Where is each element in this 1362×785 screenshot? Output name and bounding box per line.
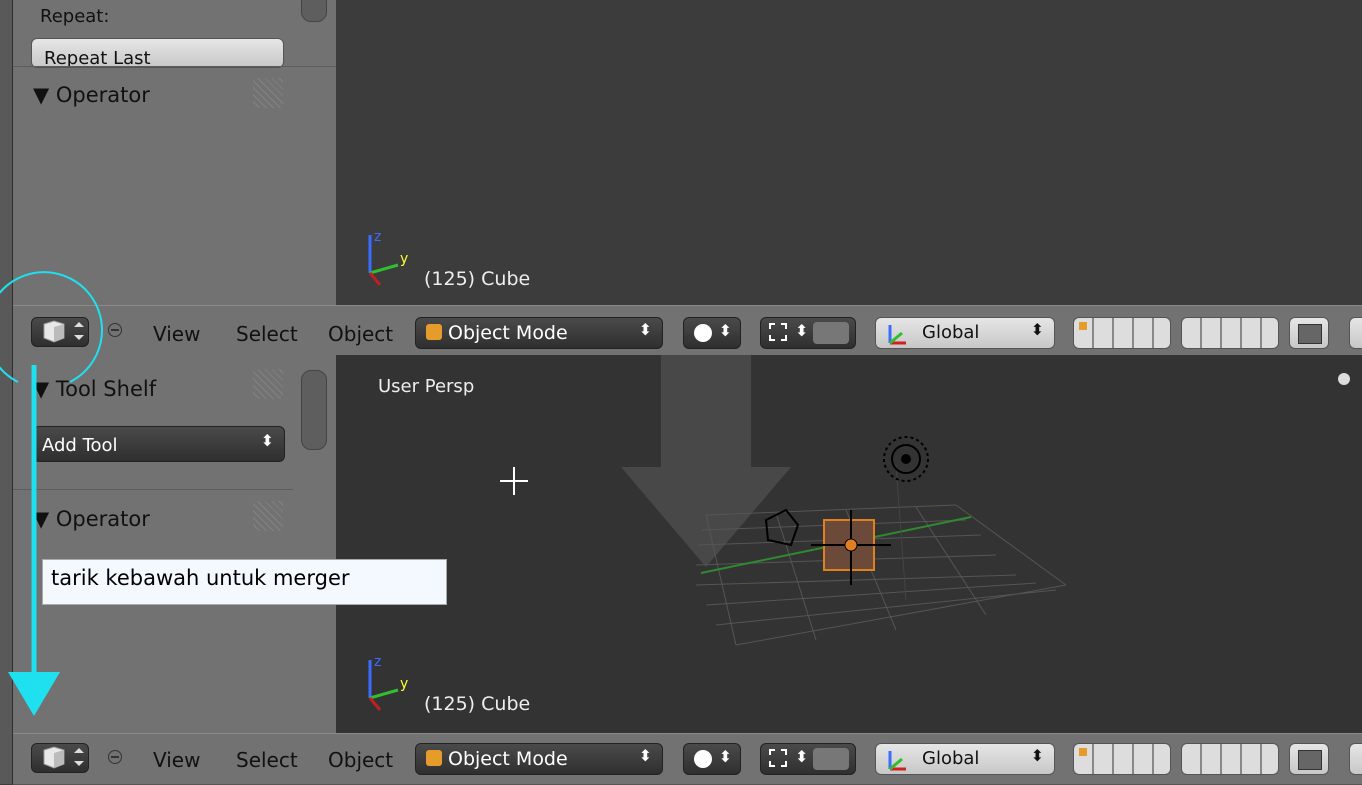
lock-layers-icon [1298, 750, 1322, 770]
axis-y-label: y [400, 251, 408, 267]
updown-arrows-icon: ⬍ [795, 321, 809, 340]
solid-shading-icon [694, 324, 712, 342]
view-menu[interactable]: View [153, 322, 200, 346]
layer-buttons-1[interactable] [1073, 317, 1171, 349]
cube-editor-icon [43, 746, 84, 769]
scene-grid [696, 436, 1067, 646]
pivot-icon [769, 749, 787, 767]
updown-arrows-icon: ⬍ [718, 321, 732, 340]
viewport-header-bottom: View Select Object Object Mode ⬍ ⬍ ⬍ Glo… [13, 733, 1362, 785]
transform-axes-icon [888, 325, 906, 345]
transform-axes-icon [888, 751, 906, 771]
mode-select-value: Object Mode [448, 322, 568, 344]
view-menu[interactable]: View [153, 748, 200, 772]
layer-buttons-2[interactable] [1181, 743, 1279, 775]
lock-layers-button[interactable] [1289, 317, 1329, 349]
axis-y-label: y [400, 676, 408, 692]
manipulator-icon[interactable] [813, 748, 849, 770]
orientation-select[interactable]: Global ⬍ [875, 317, 1055, 349]
object-menu[interactable]: Object [328, 748, 393, 772]
collapse-menu-icon[interactable] [108, 323, 122, 337]
layer-buttons-1[interactable] [1073, 743, 1171, 775]
active-layer-icon [1079, 748, 1087, 756]
mode-select[interactable]: Object Mode ⬍ [415, 743, 663, 775]
highlight-circle [0, 271, 103, 383]
orientation-value: Global [922, 322, 980, 343]
collapse-menu-icon[interactable] [108, 750, 122, 764]
object-menu[interactable]: Object [328, 322, 393, 346]
lock-layers-icon [1298, 324, 1322, 344]
active-layer-icon [1079, 322, 1087, 330]
operator-section-label: Operator [55, 83, 150, 107]
scrollbar[interactable] [301, 370, 327, 450]
operator-section-header[interactable]: ▼ Operator [33, 83, 150, 107]
axis-z-label: z [374, 229, 381, 245]
pivot-icon [769, 323, 787, 341]
updown-arrows-icon: ⬍ [260, 431, 274, 450]
axis-gizmo-icon: z y [368, 654, 408, 711]
select-menu[interactable]: Select [236, 322, 298, 346]
object-mode-icon [426, 324, 442, 340]
updown-arrows-icon: ⬍ [1030, 746, 1044, 765]
updown-arrows-icon: ⬍ [638, 320, 652, 339]
select-menu[interactable]: Select [236, 748, 298, 772]
updown-arrows-icon: ⬍ [718, 747, 732, 766]
collapse-triangle-icon: ▼ [33, 83, 50, 107]
editor-type-button[interactable] [31, 743, 89, 773]
drag-handle-icon[interactable] [253, 369, 283, 399]
object-info: (125) Cube [424, 268, 531, 290]
axis-z-label: z [374, 654, 381, 670]
orientation-select[interactable]: Global ⬍ [875, 743, 1055, 775]
orientation-value: Global [922, 748, 980, 769]
repeat-last-button[interactable]: Repeat Last [31, 38, 284, 68]
scrollbar[interactable] [301, 0, 327, 22]
updown-arrows-icon: ⬍ [795, 747, 809, 766]
view-label: User Persp [378, 376, 475, 397]
pivot-point-select[interactable]: ⬍ [760, 743, 856, 775]
lock-layers-button[interactable] [1289, 743, 1329, 775]
repeat-label: Repeat: [40, 6, 110, 27]
render-button[interactable] [1349, 743, 1362, 775]
annotation-callout: tarik kebawah untuk merger [42, 559, 447, 605]
layer-buttons-2[interactable] [1181, 317, 1279, 349]
mode-select[interactable]: Object Mode ⬍ [415, 317, 663, 349]
object-info: (125) Cube [424, 693, 531, 715]
viewport-header-top: View Select Object Object Mode ⬍ ⬍ ⬍ Glo… [13, 305, 1362, 357]
drag-arrow-head [8, 672, 60, 716]
updown-arrows-icon: ⬍ [1030, 320, 1044, 339]
updown-arrows-icon: ⬍ [638, 746, 652, 765]
drag-handle-icon[interactable] [253, 78, 283, 108]
drag-handle-icon[interactable] [253, 501, 283, 531]
viewport-shading-select[interactable]: ⬍ [683, 743, 741, 775]
pivot-point-select[interactable]: ⬍ [760, 317, 856, 349]
region-add-icon[interactable] [1338, 373, 1350, 385]
object-mode-icon [426, 750, 442, 766]
solid-shading-icon [694, 750, 712, 768]
axis-gizmo-icon: z y [368, 229, 408, 286]
viewport-shading-select[interactable]: ⬍ [683, 317, 741, 349]
3d-cursor-icon [500, 467, 528, 495]
mode-select-value: Object Mode [448, 748, 568, 770]
annotation-overlay [0, 271, 103, 716]
bottom-3d-viewport[interactable]: User Persp z y (125) Cube [336, 355, 1362, 733]
top-3d-viewport[interactable]: z y (125) Cube [336, 0, 1362, 305]
manipulator-icon[interactable] [813, 322, 849, 344]
render-button[interactable] [1349, 317, 1362, 349]
